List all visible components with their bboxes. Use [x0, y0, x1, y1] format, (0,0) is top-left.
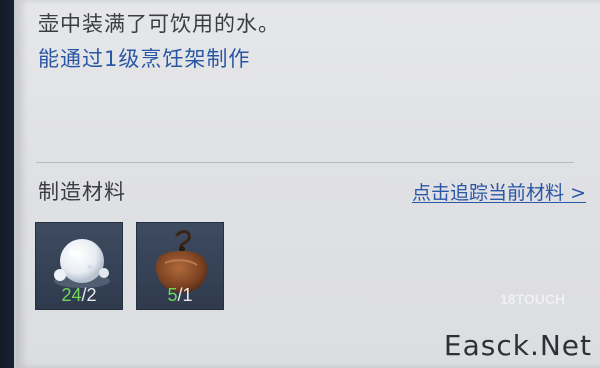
watermark-site: Easck.Net [443, 329, 592, 362]
material-slot-leather[interactable]: 5/1 [136, 222, 224, 310]
need-count: 1 [182, 285, 193, 305]
item-detail-scene: 壶中装满了可饮用的水。 能通过1级烹饪架制作 制造材料 点击追踪当前材料 > 2… [0, 0, 600, 368]
watermark-logo-text: 18TOUCH [500, 291, 566, 307]
section-divider [36, 162, 574, 163]
materials-title: 制造材料 [38, 180, 126, 204]
have-count: 24 [61, 285, 82, 305]
track-materials-link[interactable]: 点击追踪当前材料 > [412, 178, 586, 205]
have-count: 5 [167, 285, 178, 305]
need-count: 2 [86, 285, 97, 305]
material-slot-snowball[interactable]: 24/2 [35, 222, 123, 310]
item-description: 壶中装满了可饮用的水。 [38, 12, 280, 36]
watermark-logo: 18TOUCH [500, 288, 580, 320]
material-count-snowball: 24/2 [36, 285, 122, 306]
material-count-leather: 5/1 [137, 285, 223, 306]
craft-requirement: 能通过1级烹饪架制作 [38, 47, 251, 71]
